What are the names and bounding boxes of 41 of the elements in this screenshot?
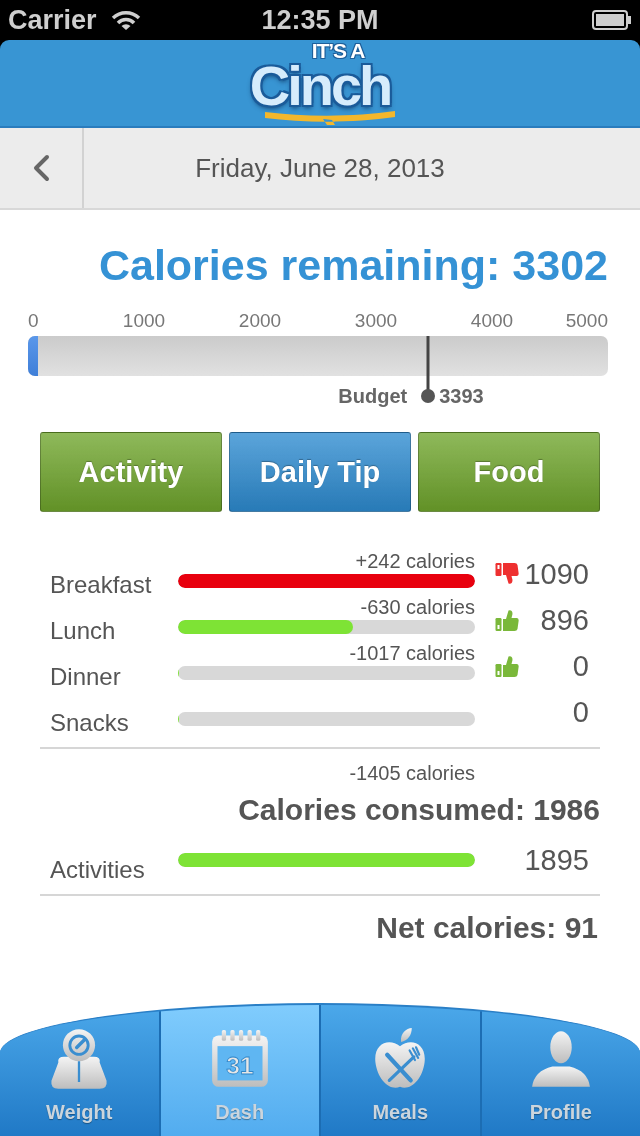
tab-button[interactable]: Meals <box>319 1005 480 1136</box>
tab-button[interactable]: 31 Dash <box>158 1005 319 1136</box>
meal-name: Lunch <box>50 617 117 645</box>
meal-name: Dinner <box>50 663 122 691</box>
battery-icon <box>592 10 632 30</box>
activity-calories-value: 1895 <box>523 843 589 877</box>
calorie-difference-text: +242 calories <box>355 550 475 572</box>
action-button[interactable]: Food <box>418 432 600 512</box>
person-silhouette-icon <box>530 1028 591 1090</box>
calories-consumed-total: Calories consumed: 1986 <box>237 793 600 827</box>
action-button[interactable]: Activity <box>40 432 222 512</box>
scale-tick-label: 3000 <box>354 310 398 332</box>
ribbon-icon <box>265 111 395 125</box>
meal-name: Breakfast <box>50 571 153 599</box>
meal-name: Snacks <box>50 709 130 737</box>
meal-calories-value: 0 <box>571 649 589 683</box>
calorie-difference-text: -1405 calories <box>349 762 475 784</box>
budget-label: Budget <box>338 386 408 406</box>
action-button[interactable]: Daily Tip <box>229 432 411 512</box>
calories-remaining-title: Calories remaining: 3302 <box>97 240 608 290</box>
scale-tick-label: 0 <box>28 310 39 332</box>
meal-calories-value: 1090 <box>523 557 589 591</box>
scale-tick-label: 4000 <box>470 310 514 332</box>
clock-text: 12:35 PM <box>261 5 379 35</box>
calorie-difference-text: -1017 calories <box>349 642 475 664</box>
scale-tick-label: 1000 <box>122 310 166 332</box>
scale-tick-label: 2000 <box>238 310 282 332</box>
calorie-difference-text: -630 calories <box>360 596 475 618</box>
meal-calories-value: 0 <box>571 695 589 729</box>
wifi-icon <box>110 9 141 31</box>
meal-calories-value: 896 <box>539 603 589 637</box>
budget-value: 3393 <box>439 386 484 406</box>
chevron-left-icon <box>32 154 50 182</box>
activity-name: Activities <box>50 856 146 884</box>
carrier-text: Carrier <box>8 5 97 35</box>
logo-wordmark: Cinch <box>248 61 392 111</box>
scale-icon <box>49 1028 110 1090</box>
logo-tagline: IT’S A <box>311 41 365 61</box>
date-text: Friday, June 28, 2013 <box>195 153 445 183</box>
scale-tick-label: 5000 <box>565 310 608 332</box>
net-calories-total: Net calories: 91 <box>375 911 599 945</box>
